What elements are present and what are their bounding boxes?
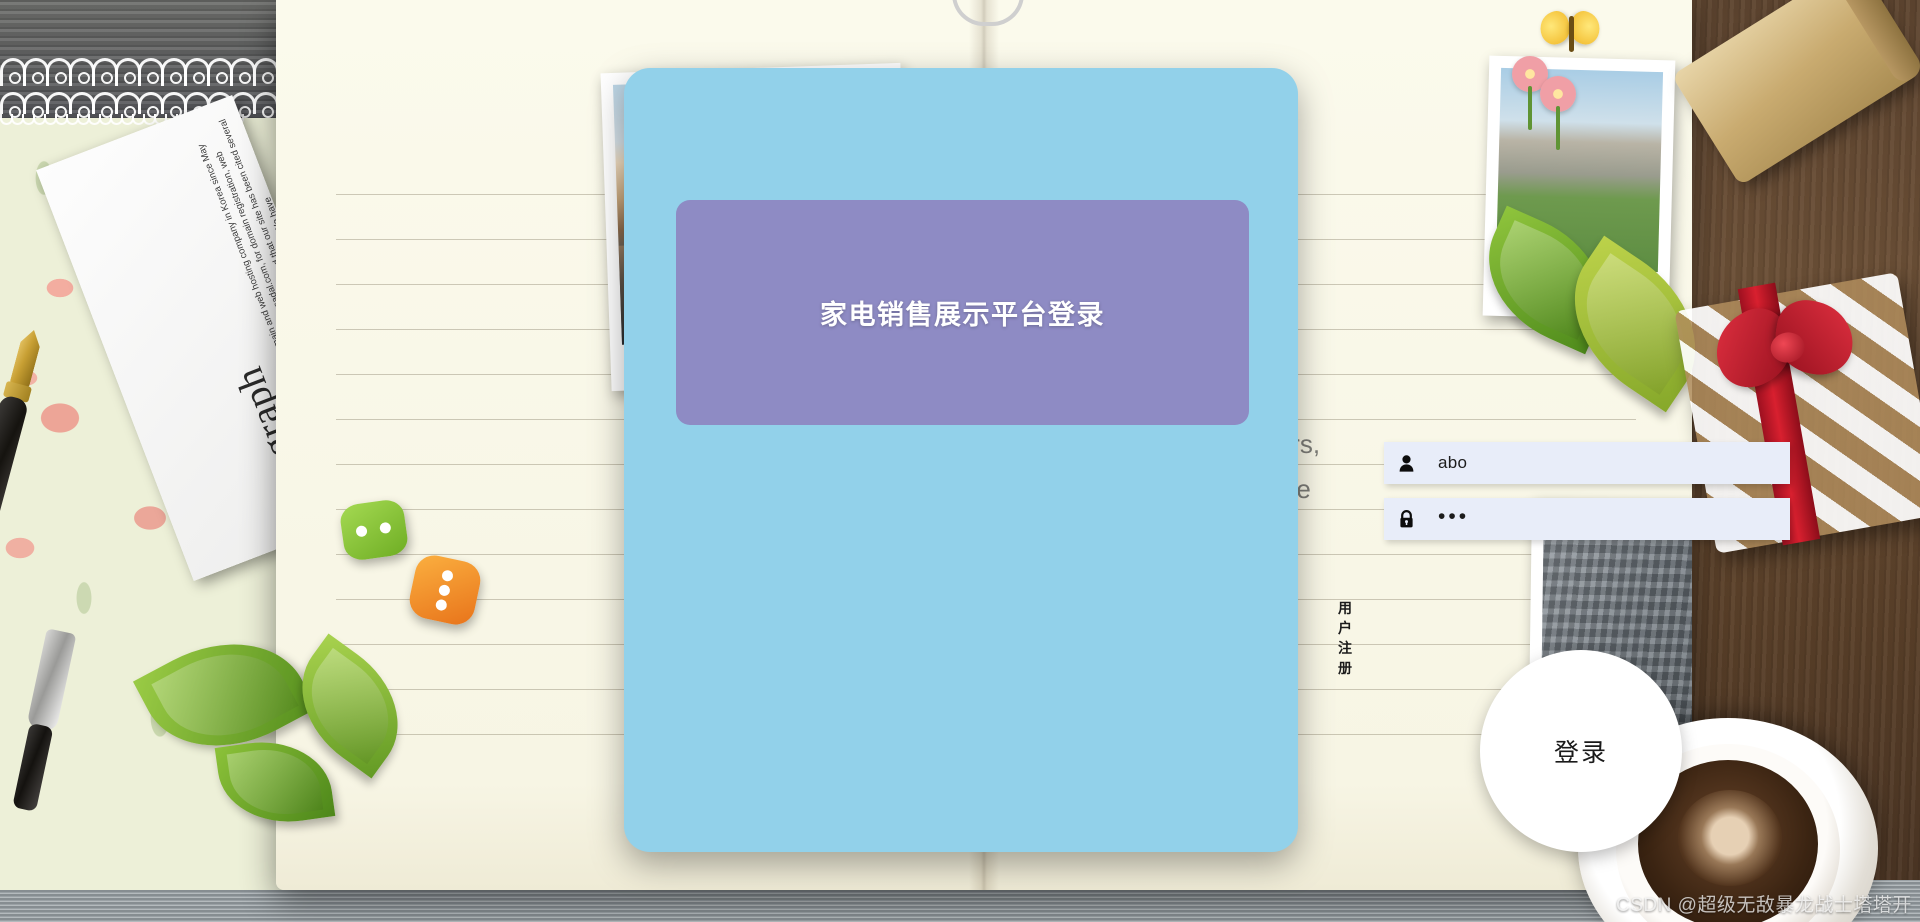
password-value: ••• xyxy=(1438,504,1470,528)
butterfly-icon xyxy=(1535,7,1605,64)
book-clip xyxy=(952,0,1024,26)
user-icon xyxy=(1384,454,1428,472)
username-value: abo xyxy=(1438,453,1468,472)
lock-icon xyxy=(1384,510,1428,528)
register-link[interactable]: 用户注册 xyxy=(1338,598,1352,678)
page-title: 家电销售展示平台登录 xyxy=(820,300,1105,330)
login-button-label: 登录 xyxy=(1553,739,1608,767)
screen: photograph Asadal has been running one o… xyxy=(0,0,1920,922)
password-field[interactable]: ••• xyxy=(1384,498,1790,540)
lace-trim xyxy=(0,58,286,126)
green-toy-block xyxy=(338,497,410,563)
username-field[interactable]: abo xyxy=(1384,442,1790,484)
login-card: 家电销售展示平台登录 abo ••• 用户注册 登录 xyxy=(624,68,1790,852)
flower-decoration xyxy=(1540,76,1576,150)
login-button[interactable]: 登录 xyxy=(1480,650,1682,852)
login-header-panel: 家电销售展示平台登录 xyxy=(676,200,1249,425)
latte-art xyxy=(1678,790,1782,886)
watermark-text: CSDN @超级无敌暴龙战士塔塔开 xyxy=(1616,895,1912,916)
